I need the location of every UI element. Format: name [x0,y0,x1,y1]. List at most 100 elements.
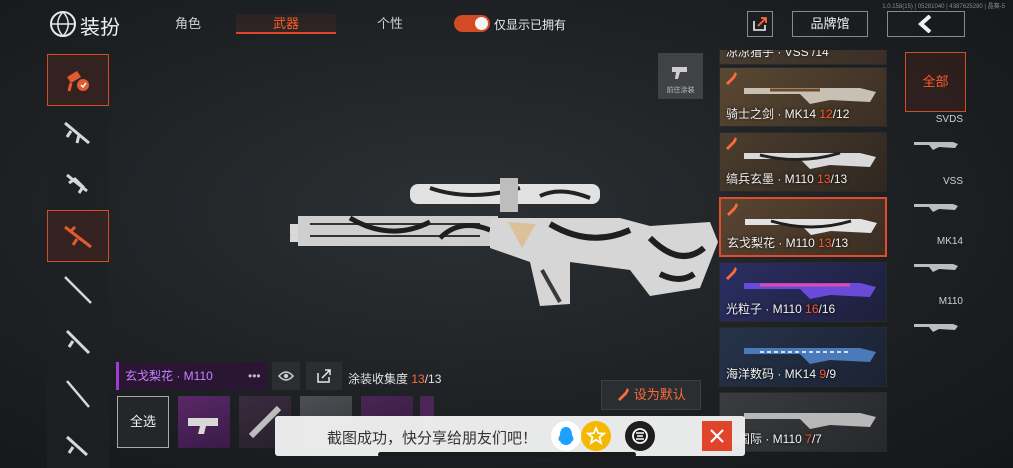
build-info: 1.0.158(15) | 05281040 | 4387625280 | 晶赛… [882,4,1005,10]
more-icon[interactable]: ••• [248,369,261,383]
select-all-button[interactable]: 全选 [117,396,169,448]
skin-card[interactable]: 凉凉猎手 · VSS /14 [719,50,887,65]
pistol-icon [65,435,89,457]
paint-badge-icon [67,71,89,92]
paint-badge-icon [726,267,737,280]
mk14-icon [744,348,876,364]
back-button[interactable] [887,11,965,37]
qq-icon [558,427,574,445]
skin-card-label: 缟兵玄墨 · M110 13/13 [726,172,848,186]
part-thumbnail[interactable] [178,396,230,448]
weapon-type-rifle[interactable] [47,316,109,368]
brand-hall-button[interactable]: 品牌馆 [792,11,868,37]
top-bar: 1.0.158(15) | 05281040 | 4387625280 | 晶赛… [0,0,1013,46]
toggle-knob [475,17,488,30]
skin-card-label: 海洋数码 · MK14 9/9 [726,367,837,381]
filter-gun-svds[interactable]: SVDS [905,110,967,170]
skin-card[interactable]: 骑士之剑 · MK14 12/12 [719,67,887,127]
weapon-type-dmr[interactable] [47,264,109,316]
star-icon [586,426,606,445]
m110-icon [914,324,958,332]
share-qzone-button[interactable] [581,421,611,451]
skin-card-selected[interactable]: 玄戈梨花 · M110 13/13 [719,197,887,257]
collection-count: 13 [411,372,425,386]
weapon-type-shotgun[interactable] [47,368,109,420]
share-moments-button[interactable] [625,421,655,451]
scope-part-icon [188,418,218,434]
collection-label: 涂装收集度 [348,372,409,386]
filter-gun-name: MK14 [936,236,963,247]
toast-close-button[interactable] [702,421,732,451]
weapon-type-sniper[interactable] [47,210,109,262]
owned-only-label: 仅显示已拥有 [494,18,567,32]
screenshot-share-toast: 截图成功，快分享给朋友们吧！ [275,416,745,456]
filter-gun-name: SVDS [935,114,963,125]
share-icon [317,369,331,383]
skin-card-label: 凉凉猎手 · VSS /14 [726,50,829,59]
owned-only-toggle[interactable] [454,15,490,32]
m110-icon [744,283,876,299]
tab-personal[interactable]: 个性 [360,14,420,34]
paint-badge-icon [726,137,737,150]
preview-eye-button[interactable] [272,362,300,390]
close-icon [710,429,724,443]
m110-icon [745,219,877,235]
moments-icon [632,428,648,444]
shotgun-icon [66,380,90,408]
skin-list: 凉凉猎手 · VSS /14 骑士之剑 · MK14 12/12 缟兵玄墨 · … [719,50,889,468]
skin-card-label: 骑士之剑 · MK14 12/12 [726,107,850,121]
weapon-preview-m110[interactable] [290,178,720,318]
collection-progress: 涂装收集度 13/13 [348,370,441,387]
mk14-icon [744,88,876,104]
spray-gun-icon [671,67,687,79]
skin-card[interactable]: 缟兵玄墨 · M110 13/13 [719,132,887,192]
filter-gun-m110[interactable]: M110 [905,292,967,352]
share-skin-button[interactable] [306,362,342,390]
weapon-type-paint[interactable] [47,54,109,106]
goto-paint-button[interactable]: 前往涂装 [658,53,703,99]
share-button[interactable] [747,11,773,37]
skin-card-label: 光粒子 · M110 16/16 [726,302,836,316]
vss-icon [914,204,958,212]
m110-icon [744,413,876,429]
assault-rifle-icon [64,121,90,145]
home-indicator [378,452,636,457]
smg-icon [66,173,88,194]
share-icon [753,17,767,31]
toast-message: 截图成功，快分享给朋友们吧！ [327,430,538,447]
weapon-type-pistol[interactable] [47,420,109,468]
paint-badge-icon [727,203,738,216]
goto-paint-label: 前往涂装 [666,87,695,94]
globe-icon [50,11,76,37]
svds-icon [914,142,958,150]
tab-role[interactable]: 角色 [160,14,216,34]
filter-gun-vss[interactable]: VSS [905,172,967,232]
set-default-button[interactable]: 设为默认 [601,380,701,410]
page-title: 装扮 [80,17,120,39]
mk14-icon [914,264,958,272]
eye-icon [278,371,294,381]
filter-gun-name: M110 [938,296,963,307]
weapon-type-smg[interactable] [47,158,109,210]
sniper-rifle-icon [64,225,92,249]
selected-skin-name: 玄戈梨花 · M110 [116,362,268,390]
filter-all-button[interactable]: 全部 [905,52,966,112]
paint-badge-icon [726,72,737,85]
weapon-type-assault-rifle[interactable] [47,108,109,160]
tab-weapon[interactable]: 武器 [236,14,336,34]
back-arrow-icon [918,15,932,33]
m110-icon [744,151,876,169]
dmr-icon [64,276,92,304]
gun-filter-list: 全部 SVDS VSS MK14 M110 [905,50,967,468]
filter-gun-name: VSS [942,176,963,187]
collection-total: /13 [424,372,442,386]
skin-card[interactable]: 海洋数码 · MK14 9/9 [719,327,887,387]
rifle-icon [65,329,91,355]
share-qq-button[interactable] [551,421,581,451]
skin-card[interactable]: 光粒子 · M110 16/16 [719,262,887,322]
weapon-type-list [47,52,109,468]
paint-brush-icon [618,388,630,401]
set-default-label: 设为默认 [633,387,686,402]
filter-gun-mk14[interactable]: MK14 [905,232,967,292]
skin-card-label: 玄戈梨花 · M110 13/13 [727,236,849,250]
